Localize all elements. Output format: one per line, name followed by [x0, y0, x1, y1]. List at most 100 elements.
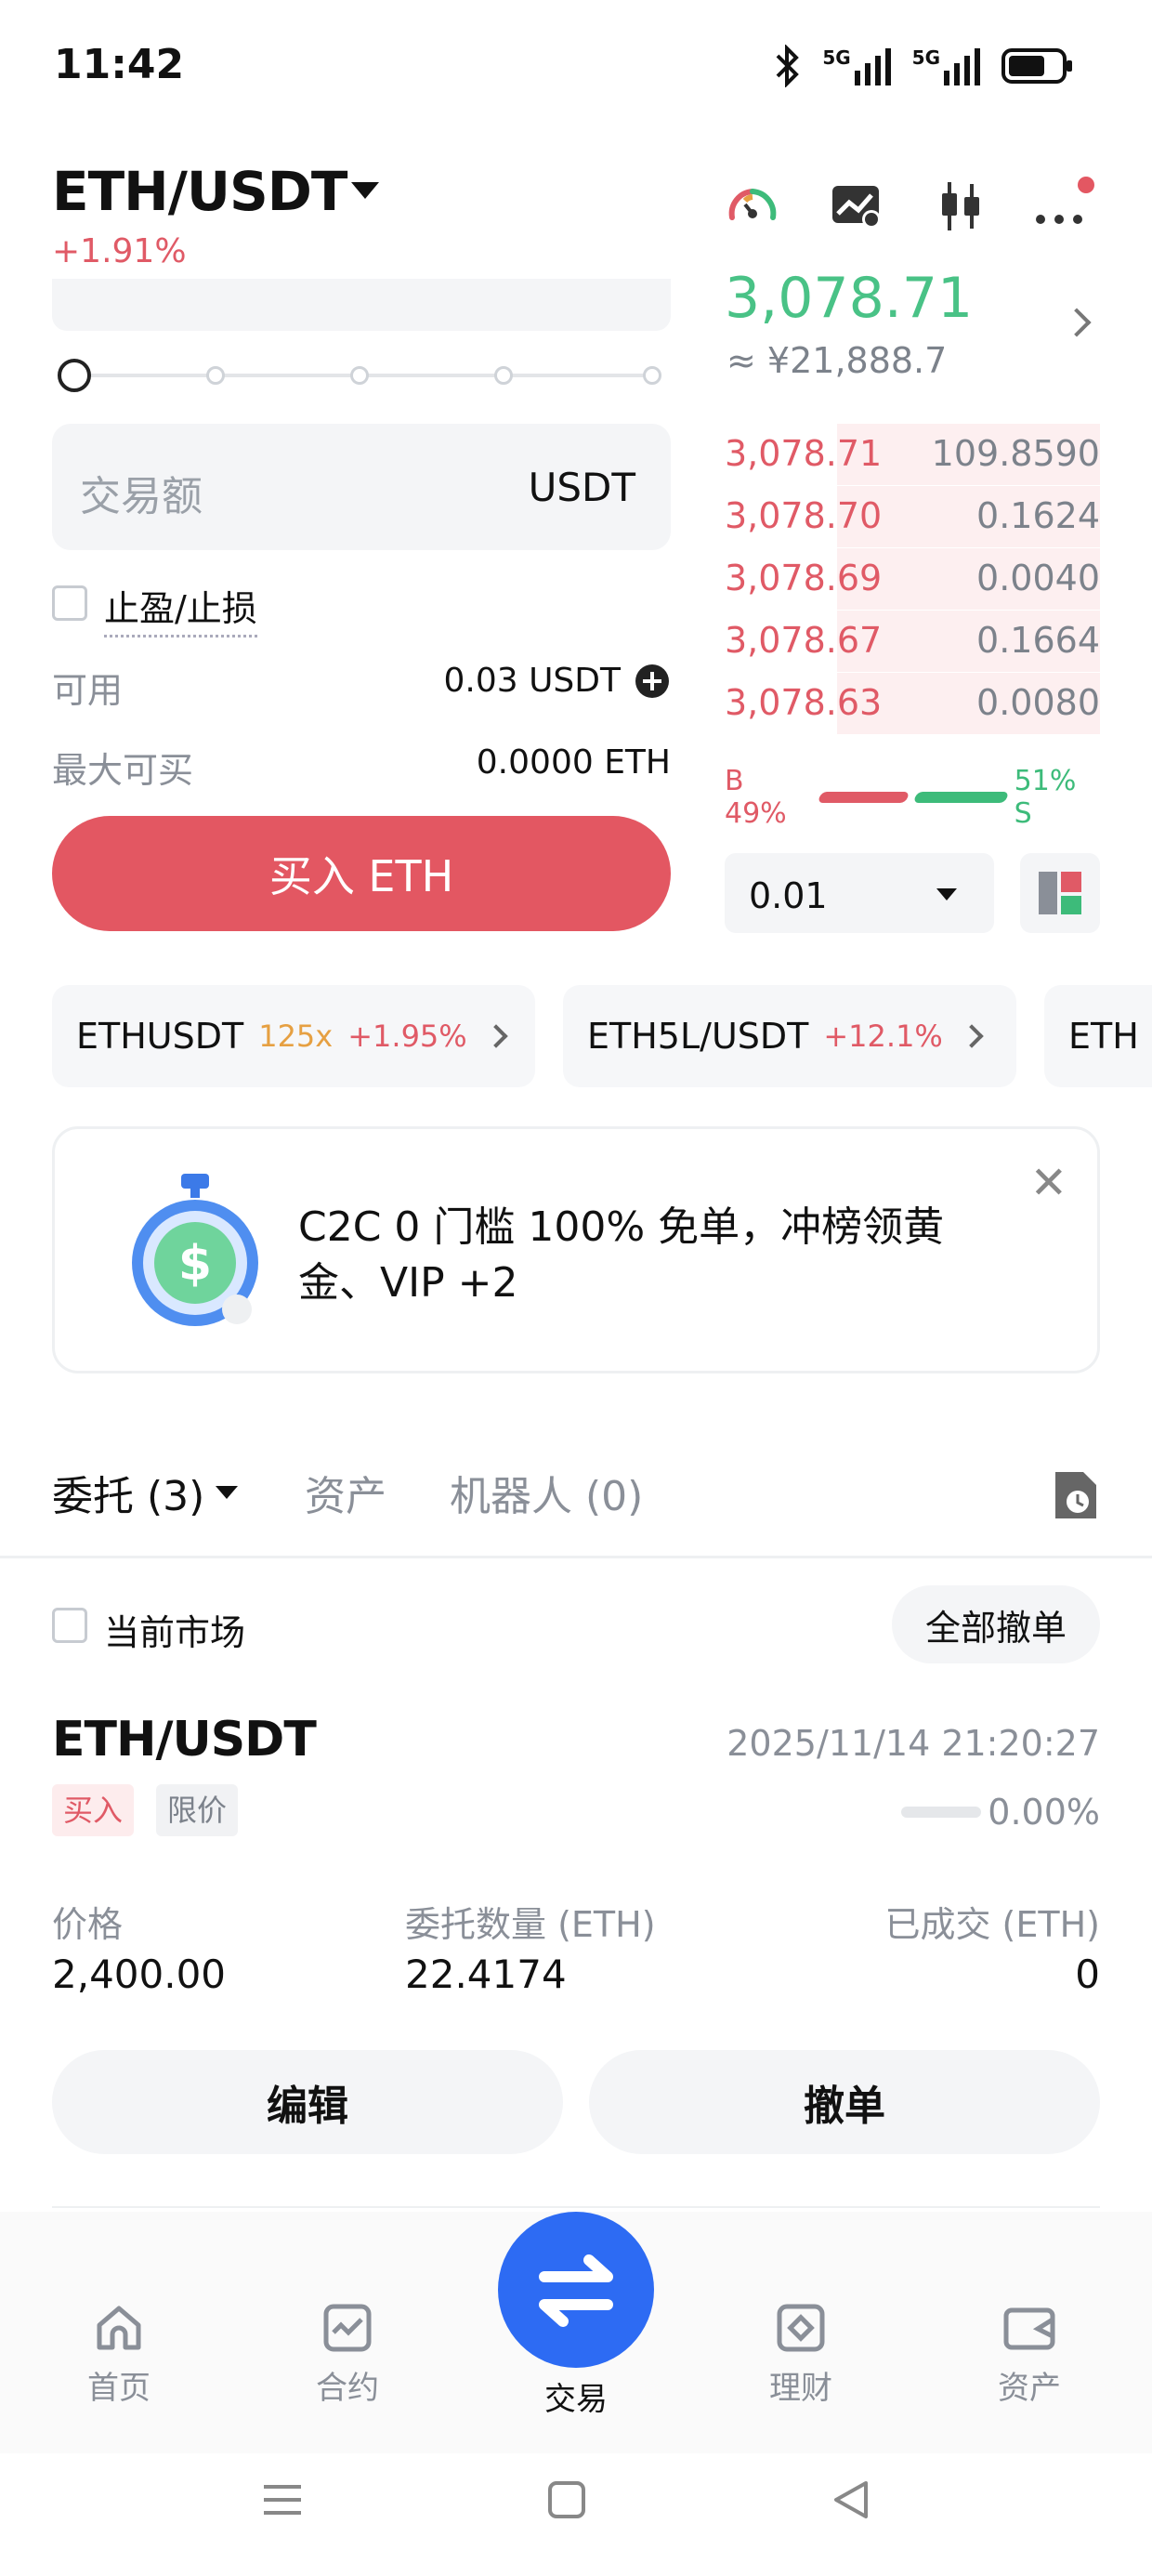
- chevron-right-icon[interactable]: [1062, 308, 1092, 337]
- pair-dropdown-icon[interactable]: [351, 182, 379, 199]
- candlestick-icon[interactable]: [931, 177, 990, 236]
- futures-chart-icon: [323, 2304, 372, 2352]
- signal-1: 5G: [822, 46, 891, 85]
- ticker-leverage: 125x: [258, 1019, 334, 1054]
- nav-assets[interactable]: 资产: [974, 2301, 1085, 2408]
- network-type-2: 5G: [911, 46, 940, 69]
- order-qty: 22.4174: [405, 1952, 567, 1997]
- order-price: 2,400.00: [52, 1952, 227, 1997]
- ask-price: 3,078.69: [725, 558, 883, 598]
- ask-price: 3,078.70: [725, 495, 883, 536]
- qty-label: 委托数量 (ETH): [405, 1904, 656, 1945]
- chart-analysis-icon[interactable]: [827, 177, 886, 236]
- precision-value: 0.01: [749, 875, 828, 916]
- precision-select[interactable]: 0.01: [725, 853, 994, 933]
- nav-futures-label: 合约: [316, 2370, 379, 2407]
- buy-ratio-bar: [817, 792, 910, 803]
- nav-earn[interactable]: 理财: [745, 2301, 857, 2408]
- nav-futures[interactable]: 合约: [292, 2301, 403, 2408]
- tab-orders[interactable]: 委托 (3): [52, 1463, 239, 1522]
- tp-sl-label[interactable]: 止盈/止损: [104, 580, 257, 637]
- trade-amount-input[interactable]: 交易额 USDT: [52, 424, 671, 550]
- pair-change: +1.91%: [52, 232, 187, 270]
- orderbook-ask-row[interactable]: 3,078.67 0.1664: [725, 611, 1100, 672]
- slider-step-25[interactable]: [206, 366, 225, 385]
- close-icon[interactable]: ✕: [1030, 1157, 1067, 1209]
- home-button-icon[interactable]: [539, 2472, 595, 2528]
- tp-sl-checkbox[interactable]: [52, 585, 87, 621]
- more-icon[interactable]: [1031, 199, 1091, 240]
- order-time: 2025/11/14 21:20:27: [727, 1723, 1100, 1764]
- notification-dot: [1078, 177, 1094, 193]
- nav-home[interactable]: 首页: [63, 2301, 175, 2408]
- wallet-icon: [1003, 2307, 1055, 2350]
- promo-banner[interactable]: $ C2C 0 门槛 100% 免单，冲榜领黄金、VIP +2 ✕: [52, 1126, 1100, 1373]
- slider-step-75[interactable]: [494, 366, 513, 385]
- chevron-down-icon: [936, 888, 957, 900]
- ask-price: 3,078.67: [725, 620, 883, 661]
- current-market-checkbox[interactable]: [52, 1608, 87, 1643]
- ask-qty: 0.1624: [976, 495, 1100, 536]
- slider-thumb[interactable]: [58, 359, 91, 392]
- signal-icon: [854, 48, 891, 85]
- orderbook-layout-button[interactable]: [1020, 853, 1100, 933]
- price-input[interactable]: [52, 279, 671, 331]
- ticker-eth5l[interactable]: ETH5L/USDT +12.1%: [563, 985, 1016, 1087]
- nav-home-label: 首页: [87, 2370, 151, 2407]
- orderbook-ask-row[interactable]: 3,078.63 0.0080: [725, 673, 1100, 734]
- filled-label: 已成交 (ETH): [884, 1904, 1100, 1945]
- amount-slider[interactable]: [58, 357, 671, 394]
- ask-qty: 0.0040: [976, 558, 1100, 598]
- svg-text:$: $: [178, 1236, 212, 1292]
- ask-price: 3,078.71: [725, 433, 883, 474]
- status-icons: 5G 5G: [774, 43, 1074, 89]
- swap-icon: [539, 2254, 613, 2327]
- network-type-1: 5G: [822, 46, 851, 69]
- order-filled: 0: [1075, 1952, 1100, 1997]
- home-icon: [97, 2306, 141, 2350]
- ticker-eth-partial[interactable]: ETH: [1044, 985, 1152, 1087]
- tab-assets[interactable]: 资产: [305, 1463, 386, 1522]
- pair-title[interactable]: ETH/USDT: [52, 160, 347, 223]
- slider-step-100[interactable]: [643, 366, 661, 385]
- current-market-label[interactable]: 当前市场: [104, 1604, 245, 1655]
- orderbook-ask-row[interactable]: 3,078.69 0.0040: [725, 548, 1100, 610]
- stopwatch-icon: $: [132, 1174, 258, 1326]
- signal-icon: [944, 48, 980, 85]
- menu-icon[interactable]: [255, 2472, 310, 2528]
- chevron-right-icon: [960, 1024, 984, 1048]
- ticker-symbol: ETHUSDT: [76, 1016, 244, 1057]
- back-icon[interactable]: [823, 2472, 879, 2528]
- chevron-down-icon: [216, 1486, 239, 1499]
- earn-icon: [777, 2304, 825, 2352]
- buy-button[interactable]: 买入 ETH: [52, 816, 671, 931]
- layout-icon: [1039, 872, 1081, 914]
- cancel-all-button[interactable]: 全部撤单: [892, 1585, 1100, 1663]
- amount-unit[interactable]: USDT: [529, 465, 635, 510]
- order-pair: ETH/USDT: [52, 1712, 317, 1768]
- nav-earn-label: 理财: [769, 2370, 832, 2407]
- nav-trade-button[interactable]: [498, 2212, 654, 2368]
- last-price: 3,078.71: [725, 266, 974, 331]
- slider-step-50[interactable]: [350, 366, 369, 385]
- max-buy-label: 最大可买: [52, 750, 194, 791]
- ticker-ethusdt[interactable]: ETHUSDT 125x +1.95%: [52, 985, 535, 1087]
- ticker-change: +1.95%: [347, 1019, 467, 1054]
- available-label: 可用: [52, 670, 124, 711]
- nav-trade-label: 交易: [544, 2381, 608, 2418]
- last-price-cny: ≈ ¥21,888.7: [727, 340, 948, 381]
- order-history-icon[interactable]: [1050, 1468, 1100, 1522]
- edit-order-button[interactable]: 编辑: [52, 2050, 563, 2154]
- gauge-icon[interactable]: [723, 177, 782, 236]
- ask-qty: 109.8590: [931, 433, 1100, 474]
- tab-robots[interactable]: 机器人 (0): [450, 1463, 643, 1522]
- cancel-order-button[interactable]: 撤单: [589, 2050, 1100, 2154]
- order-type-badge: 限价: [156, 1784, 239, 1836]
- ticker-symbol: ETH5L/USDT: [587, 1016, 809, 1057]
- orderbook-ask-row[interactable]: 3,078.70 0.1624: [725, 486, 1100, 547]
- max-buy-value: 0.0000 ETH: [476, 743, 671, 782]
- add-funds-icon[interactable]: [634, 663, 671, 700]
- buy-sell-ratio: B 49% 51% S: [725, 765, 1100, 830]
- orderbook-ask-row[interactable]: 3,078.71 109.8590: [725, 424, 1100, 485]
- ask-qty: 0.0080: [976, 682, 1100, 723]
